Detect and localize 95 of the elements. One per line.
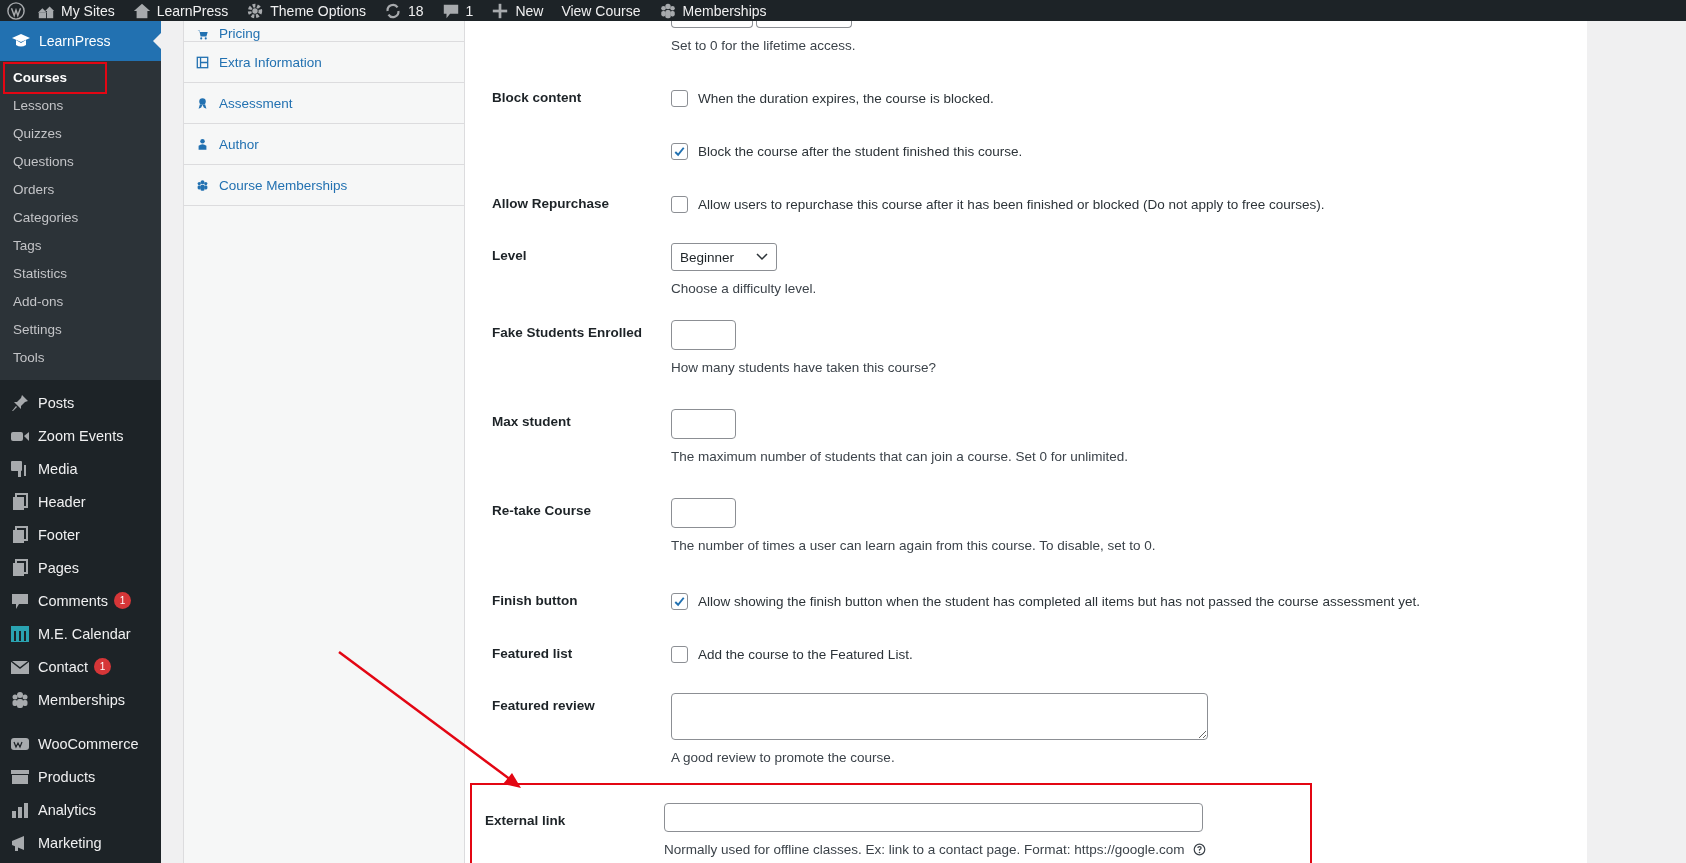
sidebar-menu-item[interactable]: Contact 1 — [0, 650, 161, 683]
admin-bar-link[interactable]: New — [491, 1, 544, 20]
submenu-item[interactable]: Settings — [5, 316, 72, 344]
submenu-item[interactable]: Tools — [5, 344, 55, 372]
duration-unit-select[interactable] — [756, 21, 852, 28]
field-description: Normally used for offline classes. Ex: link to a contact page. Format: https://google.com — [664, 842, 1185, 857]
level-dropdown[interactable]: Beginner — [671, 243, 777, 271]
number-input[interactable] — [671, 320, 736, 350]
number-input[interactable] — [671, 409, 736, 439]
field-label: Level — [492, 248, 527, 263]
checkbox-label: Allow showing the finish button when the student has completed all items but has not passed the course assessment yet. — [698, 593, 1420, 609]
calendar-icon — [10, 623, 30, 644]
admin-bar-link[interactable]: View Course — [561, 2, 641, 19]
sidebar-menu-item[interactable]: Posts — [0, 386, 161, 419]
people-icon — [658, 1, 677, 20]
field-label: Allow Repurchase — [492, 196, 610, 211]
submenu-item[interactable]: Statistics — [5, 260, 77, 288]
cart-icon — [196, 28, 209, 41]
checkbox-label: Block the course after the student finished this course. — [698, 143, 1023, 159]
chevron-down-icon — [756, 253, 768, 261]
admin-bar-link[interactable]: LearnPress — [132, 1, 229, 20]
sidebar-menu-item[interactable]: Analytics — [0, 793, 161, 826]
submenu-item[interactable]: Categories — [5, 204, 89, 232]
field-label: Fake Students Enrolled — [492, 325, 643, 340]
number-input[interactable] — [671, 498, 736, 528]
settings-tab[interactable]: Pricing — [184, 21, 464, 42]
sidebar-menu-item[interactable]: Media — [0, 452, 161, 485]
settings-tab[interactable]: Assessment — [184, 83, 464, 124]
home-icon — [132, 1, 151, 20]
gear-icon — [246, 1, 265, 20]
field-description: A good review to promote the course. — [671, 750, 895, 765]
checkbox[interactable] — [671, 645, 688, 663]
checkbox-label: When the duration expires, the course is blocked. — [698, 90, 994, 106]
submenu-item[interactable]: Tags — [5, 232, 52, 260]
field-description: Choose a difficulty level. — [671, 281, 817, 296]
settings-tab[interactable]: Course Memberships — [184, 165, 464, 206]
field-description: The maximum number of students that can join a course. Set 0 for unlimited. — [671, 449, 1128, 464]
submenu-item[interactable]: Add-ons — [5, 288, 74, 316]
pin-icon — [10, 392, 30, 413]
sidebar-menu-item[interactable]: Pages — [0, 551, 161, 584]
pages-icon — [10, 524, 30, 545]
sidebar-menu-item[interactable]: M.E. Calendar — [0, 617, 161, 650]
admin-bar-link[interactable]: Memberships — [658, 1, 767, 20]
settings-tab[interactable]: Extra Information — [184, 42, 464, 83]
pages-icon — [10, 557, 30, 578]
sidebar-menu-item[interactable]: Memberships — [0, 683, 161, 716]
field-label: Max student — [492, 414, 571, 429]
person-icon — [196, 137, 209, 151]
review-textarea[interactable] — [671, 693, 1208, 740]
admin-bar-link[interactable]: My Sites — [37, 1, 115, 20]
sidebar-menu-item[interactable]: Header — [0, 485, 161, 518]
sidebar-menu-item[interactable]: Zoom Events — [0, 419, 161, 452]
settings-tab[interactable]: Author — [184, 124, 464, 165]
sidebar-menu-item[interactable]: Footer — [0, 518, 161, 551]
sidebar-menu-item[interactable]: Products — [0, 760, 161, 793]
duration-input[interactable] — [671, 21, 753, 28]
sidebar-menu-item[interactable]: WooCommerce — [0, 727, 161, 760]
wordpress-logo-icon[interactable] — [7, 1, 25, 20]
count-badge: 1 — [114, 592, 132, 609]
submenu-item[interactable]: Courses — [5, 64, 105, 92]
sidebar-menu-item[interactable]: Comments 1 — [0, 584, 161, 617]
checkbox[interactable] — [671, 142, 688, 160]
refresh-icon — [384, 1, 402, 20]
submenu-item[interactable]: Orders — [5, 176, 65, 204]
people-icon — [196, 178, 209, 192]
sidebar-current-item[interactable]: LearnPress — [0, 21, 161, 61]
checkbox[interactable] — [671, 195, 688, 213]
layout-icon — [196, 55, 209, 69]
field-description: The number of times a user can learn again from this course. To disable, set to 0. — [671, 538, 1156, 553]
people-icon — [10, 689, 30, 710]
pages-icon — [10, 491, 30, 512]
count-badge: 1 — [94, 658, 111, 675]
submenu-item[interactable]: Quizzes — [5, 120, 72, 148]
field-description: Set to 0 for the lifetime access. — [671, 38, 856, 53]
checkbox-label: Allow users to repurchase this course after it has been finished or blocked (Do not apply to free courses). — [698, 196, 1325, 212]
checkbox-label: Add the course to the Featured List. — [698, 646, 913, 662]
admin-bar-link[interactable]: Theme Options — [246, 1, 366, 20]
submenu-item[interactable]: Questions — [5, 148, 84, 176]
field-label: Block content — [492, 90, 582, 105]
field-label: Featured list — [492, 646, 573, 661]
plus-icon — [491, 1, 510, 20]
submenu-item[interactable]: Lessons — [5, 92, 74, 120]
field-description: How many students have taken this course? — [671, 360, 936, 375]
checkbox[interactable] — [671, 592, 688, 610]
sidebar-menu-item[interactable]: Marketing — [0, 826, 161, 859]
field-label: Re-take Course — [492, 503, 592, 518]
award-icon — [196, 96, 209, 110]
field-label: External link — [485, 813, 566, 828]
admin-bar-link[interactable]: 18 — [384, 1, 424, 20]
help-icon[interactable] — [1192, 843, 1206, 856]
link-input[interactable] — [664, 803, 1203, 832]
admin-bar-link[interactable]: 1 — [441, 1, 474, 20]
checkbox[interactable] — [671, 89, 688, 107]
field-label: Finish button — [492, 593, 578, 608]
field-label: Featured review — [492, 698, 595, 713]
